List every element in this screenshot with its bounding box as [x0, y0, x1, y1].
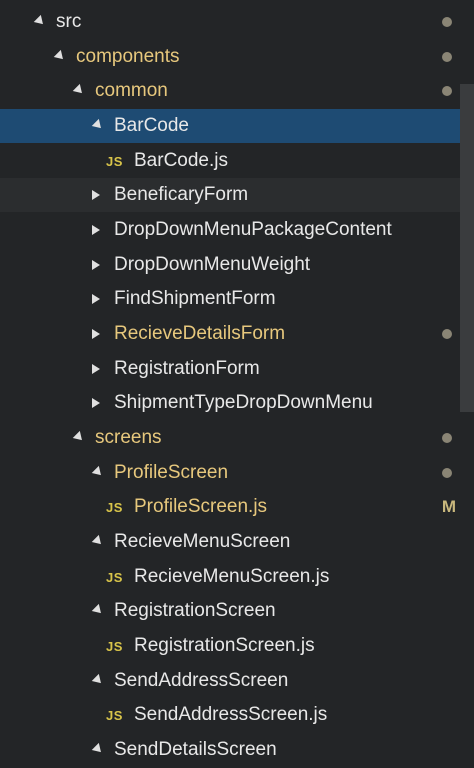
chevron-down-icon[interactable]: [86, 733, 106, 767]
tree-folder-profilescreen[interactable]: ProfileScreen: [0, 456, 474, 490]
javascript-file-icon: JS: [106, 153, 123, 169]
tree-folder-components[interactable]: components: [0, 40, 474, 74]
chevron-down-icon[interactable]: [86, 594, 106, 628]
tree-item-label: SendAddressScreen.js: [134, 704, 328, 725]
tree-item-label: ProfileScreen.js: [134, 496, 268, 517]
tree-item-label: RecieveMenuScreen.js: [134, 566, 330, 587]
tree-folder-shipmenttypedropdownmenu[interactable]: ShipmentTypeDropDownMenu: [0, 386, 474, 420]
tree-folder-common[interactable]: common: [0, 74, 474, 108]
tree-item-label: DropDownMenuPackageContent: [114, 219, 392, 240]
tree-item-label: RecieveDetailsForm: [114, 323, 286, 344]
chevron-down-icon[interactable]: [67, 421, 87, 455]
chevron-right-icon[interactable]: [86, 317, 106, 351]
chevron-right-icon[interactable]: [86, 352, 106, 386]
tree-item-label: RegistrationScreen: [114, 600, 276, 621]
tree-folder-registrationscreen[interactable]: RegistrationScreen: [0, 594, 474, 628]
chevron-down-icon[interactable]: [48, 40, 68, 74]
chevron-right-icon[interactable]: [86, 248, 106, 282]
tree-folder-recievedetailsform[interactable]: RecieveDetailsForm: [0, 317, 474, 351]
tree-folder-dropdownmenuweight[interactable]: DropDownMenuWeight: [0, 248, 474, 282]
tree-folder-registrationform[interactable]: RegistrationForm: [0, 352, 474, 386]
tree-item-label: DropDownMenuWeight: [114, 254, 311, 275]
chevron-right-icon[interactable]: [86, 213, 106, 247]
tree-folder-beneficaryform[interactable]: BeneficaryForm: [0, 178, 474, 212]
tree-file-sendaddressscreen-js[interactable]: JS SendAddressScreen.js: [0, 698, 474, 732]
tree-item-label: ProfileScreen: [114, 462, 229, 483]
tree-file-recievemenuscreen-js[interactable]: JS RecieveMenuScreen.js: [0, 560, 474, 594]
chevron-down-icon[interactable]: [86, 456, 106, 490]
javascript-file-icon: JS: [106, 569, 123, 585]
tree-item-label: BarCode.js: [134, 150, 228, 171]
tree-item-label: screens: [95, 427, 162, 448]
tree-folder-src[interactable]: src: [0, 5, 474, 39]
tree-item-label: BeneficaryForm: [114, 184, 249, 205]
chevron-right-icon[interactable]: [86, 178, 106, 212]
status-dot-icon: [442, 329, 452, 339]
status-dot-icon: [442, 433, 452, 443]
tree-folder-barcode[interactable]: BarCode: [0, 109, 474, 143]
status-dot-icon: [442, 468, 452, 478]
tree-file-profilescreen-js[interactable]: JS ProfileScreen.js M: [0, 490, 474, 524]
tree-folder-screens[interactable]: screens: [0, 421, 474, 455]
chevron-down-icon[interactable]: [86, 664, 106, 698]
chevron-down-icon[interactable]: [67, 74, 87, 108]
tree-folder-findshipmentform[interactable]: FindShipmentForm: [0, 282, 474, 316]
tree-item-label: RegistrationForm: [114, 358, 260, 379]
chevron-right-icon[interactable]: [86, 386, 106, 420]
tree-folder-senddetailsscreen[interactable]: SendDetailsScreen: [0, 733, 474, 767]
vertical-scrollbar[interactable]: [460, 84, 474, 412]
status-dot-icon: [442, 86, 452, 96]
tree-item-label: RegistrationScreen.js: [134, 635, 315, 656]
tree-folder-recievemenuscreen[interactable]: RecieveMenuScreen: [0, 525, 474, 559]
tree-file-barcode-js[interactable]: JS BarCode.js: [0, 144, 474, 178]
tree-item-label: components: [76, 46, 180, 67]
status-dot-icon: [442, 17, 452, 27]
javascript-file-icon: JS: [106, 638, 123, 654]
chevron-down-icon[interactable]: [28, 5, 48, 39]
chevron-right-icon[interactable]: [86, 282, 106, 316]
tree-item-label: ShipmentTypeDropDownMenu: [114, 392, 373, 413]
status-dot-icon: [442, 52, 452, 62]
javascript-file-icon: JS: [106, 707, 123, 723]
file-explorer-tree: src components common BarCode JS BarCode…: [0, 0, 474, 768]
tree-item-label: SendDetailsScreen: [114, 739, 277, 760]
chevron-down-icon[interactable]: [86, 109, 106, 143]
chevron-down-icon[interactable]: [86, 525, 106, 559]
tree-item-label: common: [95, 80, 168, 101]
tree-item-label: SendAddressScreen: [114, 670, 289, 691]
tree-item-label: src: [56, 11, 82, 32]
tree-item-label: RecieveMenuScreen: [114, 531, 291, 552]
modified-badge: M: [441, 497, 456, 516]
tree-file-registrationscreen-js[interactable]: JS RegistrationScreen.js: [0, 629, 474, 663]
tree-item-label: FindShipmentForm: [114, 288, 276, 309]
javascript-file-icon: JS: [106, 499, 123, 515]
tree-folder-dropdownmenupackagecontent[interactable]: DropDownMenuPackageContent: [0, 213, 474, 247]
tree-item-label: BarCode: [114, 115, 189, 136]
tree-folder-sendaddressscreen[interactable]: SendAddressScreen: [0, 664, 474, 698]
